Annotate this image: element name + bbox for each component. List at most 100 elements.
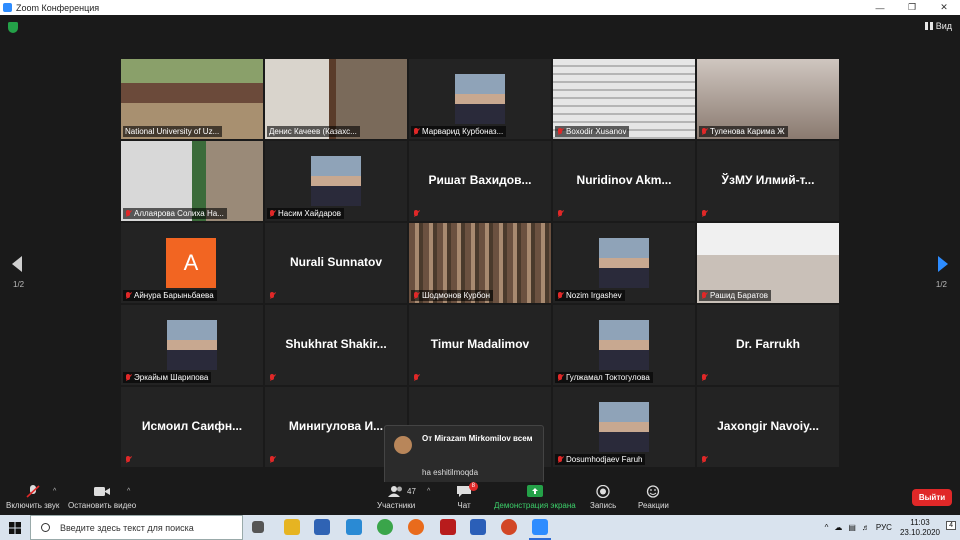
participant-name-label [411, 373, 422, 383]
reactions-label: Реакции [638, 501, 669, 510]
mic-muted-icon [125, 291, 131, 300]
participant-name-label [699, 373, 710, 383]
participant-tile[interactable]: Ришат Вахидов... [409, 141, 551, 221]
participant-tile[interactable]: Марварид Курбоназ... [409, 59, 551, 139]
mic-muted-icon [269, 374, 275, 382]
start-button[interactable] [0, 515, 30, 540]
windows-logo-icon [9, 521, 21, 534]
participant-tile[interactable]: A Айнура Барыньбаева [121, 223, 263, 303]
chat-unread-badge: 8 [468, 482, 478, 491]
participant-tile[interactable]: Гулжамал Токтогулова [553, 305, 695, 385]
language-indicator[interactable]: РУС [876, 523, 892, 532]
participant-tile[interactable]: Аллаярова Солиха На... [121, 141, 263, 221]
participant-tile[interactable]: Nuridinov Akm... [553, 141, 695, 221]
mic-muted-icon [557, 127, 563, 136]
participant-name-label: Рашид Баратов [699, 290, 771, 301]
profile-photo [455, 74, 505, 124]
pdf-reader-icon[interactable] [440, 519, 456, 535]
search-icon [41, 523, 50, 532]
unmute-button[interactable]: Включить звук [6, 485, 59, 510]
leave-meeting-button[interactable]: Выйти [912, 489, 952, 506]
window-title: Zoom Конференция [16, 2, 100, 13]
participant-tile[interactable]: National University of Uz... [121, 59, 263, 139]
network-icon[interactable]: ▤ [848, 523, 856, 532]
encryption-shield-icon[interactable] [8, 22, 18, 33]
word-icon[interactable] [470, 519, 486, 535]
participant-tile[interactable]: Shukhrat Shakir... [265, 305, 407, 385]
participant-name: Nozim Irgashev [566, 291, 622, 300]
stop-video-button[interactable]: Остановить видео [68, 485, 136, 510]
participants-options-chevron-icon[interactable]: ^ [427, 488, 430, 495]
participant-tile[interactable]: Timur Madalimov [409, 305, 551, 385]
chat-notification[interactable]: От Mirazam Mirkomilov всем ha eshitilmoq… [384, 425, 544, 488]
participant-display-name: ЎзМУ Илмий-т... [721, 173, 815, 187]
participant-tile[interactable]: Jaxongir Navoiy... [697, 387, 839, 467]
vk-app-icon[interactable] [314, 519, 330, 535]
reactions-button[interactable]: Реакции [638, 485, 669, 510]
record-label: Запись [590, 501, 617, 510]
participant-name: Айнура Барыньбаева [134, 291, 214, 300]
system-tray: ^ ☁ ▤ ♬ РУС 11:03 23.10.2020 4 [825, 515, 960, 540]
minimize-button[interactable]: — [864, 0, 896, 15]
clock[interactable]: 11:03 23.10.2020 [900, 518, 940, 538]
record-button[interactable]: Запись [590, 484, 617, 510]
share-screen-button[interactable]: Демонстрация экрана [494, 485, 576, 510]
next-page-arrow-icon[interactable] [938, 256, 948, 272]
taskbar-search[interactable]: Введите здесь текст для поиска [30, 515, 243, 540]
participant-tile[interactable]: ЎзМУ Илмий-т... [697, 141, 839, 221]
participant-tile[interactable]: Рашид Баратов [697, 223, 839, 303]
participant-tile[interactable]: Исмоил Саифн... [121, 387, 263, 467]
participant-display-name: Shukhrat Shakir... [285, 337, 387, 351]
participant-tile[interactable]: Nozim Irgashev [553, 223, 695, 303]
participant-tile[interactable]: Nurali Sunnatov [265, 223, 407, 303]
notifications-icon[interactable]: 4 [946, 521, 956, 530]
participant-tile[interactable]: Насим Хайдаров [265, 141, 407, 221]
volume-icon[interactable]: ♬ [862, 523, 870, 532]
participant-name: Денис Качеев (Казахс... [269, 127, 357, 136]
green-app-icon[interactable] [377, 519, 393, 535]
participant-tile[interactable]: Dr. Farrukh [697, 305, 839, 385]
participant-name-label: Шодмонов Курбон [411, 290, 494, 301]
view-button[interactable]: Вид [924, 21, 952, 31]
participant-tile[interactable]: Dosumhodjaev Faruh [553, 387, 695, 467]
participants-icon [388, 485, 404, 498]
participant-display-name: Ришат Вахидов... [428, 173, 532, 187]
participant-tile[interactable]: Эркайым Шарипова [121, 305, 263, 385]
participant-name-label: Гулжамал Токтогулова [555, 372, 653, 383]
firefox-icon[interactable] [408, 519, 424, 535]
participant-name-label [555, 209, 566, 219]
participant-name: Boxodir Xusanov [566, 127, 627, 136]
participant-name-label: Boxodir Xusanov [555, 126, 630, 137]
participant-tile[interactable]: Туленова Карима Ж [697, 59, 839, 139]
video-options-chevron-icon[interactable]: ^ [127, 488, 130, 495]
participant-name-label [267, 373, 278, 383]
share-screen-icon [526, 485, 543, 498]
participant-name: Dosumhodjaev Faruh [566, 455, 643, 464]
mail-icon[interactable] [346, 519, 362, 535]
participant-tile[interactable]: Boxodir Xusanov [553, 59, 695, 139]
participant-tile[interactable]: Шодмонов Курбон [409, 223, 551, 303]
zoom-taskbar-icon[interactable] [532, 519, 548, 535]
participant-name-label [267, 291, 278, 301]
grid-view-icon [924, 22, 933, 30]
search-placeholder: Введите здесь текст для поиска [60, 522, 194, 533]
task-view-icon[interactable] [252, 521, 264, 533]
chat-icon: 8 [456, 482, 478, 498]
maximize-button[interactable]: ❐ [896, 0, 928, 15]
chat-button[interactable]: 8 Чат [456, 482, 478, 510]
audio-options-chevron-icon[interactable]: ^ [53, 488, 56, 495]
participant-tile[interactable]: Денис Качеев (Казахс... [265, 59, 407, 139]
participant-name: Туленова Карима Ж [710, 127, 785, 136]
close-button[interactable]: ✕ [928, 0, 960, 15]
cloud-icon[interactable]: ☁ [834, 523, 842, 532]
powerpoint-icon[interactable] [501, 519, 517, 535]
tray-up-arrow-icon[interactable]: ^ [825, 523, 829, 532]
participant-name-label: Аллаярова Солиха На... [123, 208, 227, 219]
participants-label: Участники [377, 501, 416, 510]
file-explorer-icon[interactable] [284, 519, 300, 535]
participant-name-label: Nozim Irgashev [555, 290, 625, 301]
sender-avatar [394, 436, 412, 454]
chat-sender: От Mirazam Mirkomilov всем [422, 434, 533, 443]
participant-name-label [699, 209, 710, 219]
previous-page-arrow-icon[interactable] [12, 256, 22, 272]
